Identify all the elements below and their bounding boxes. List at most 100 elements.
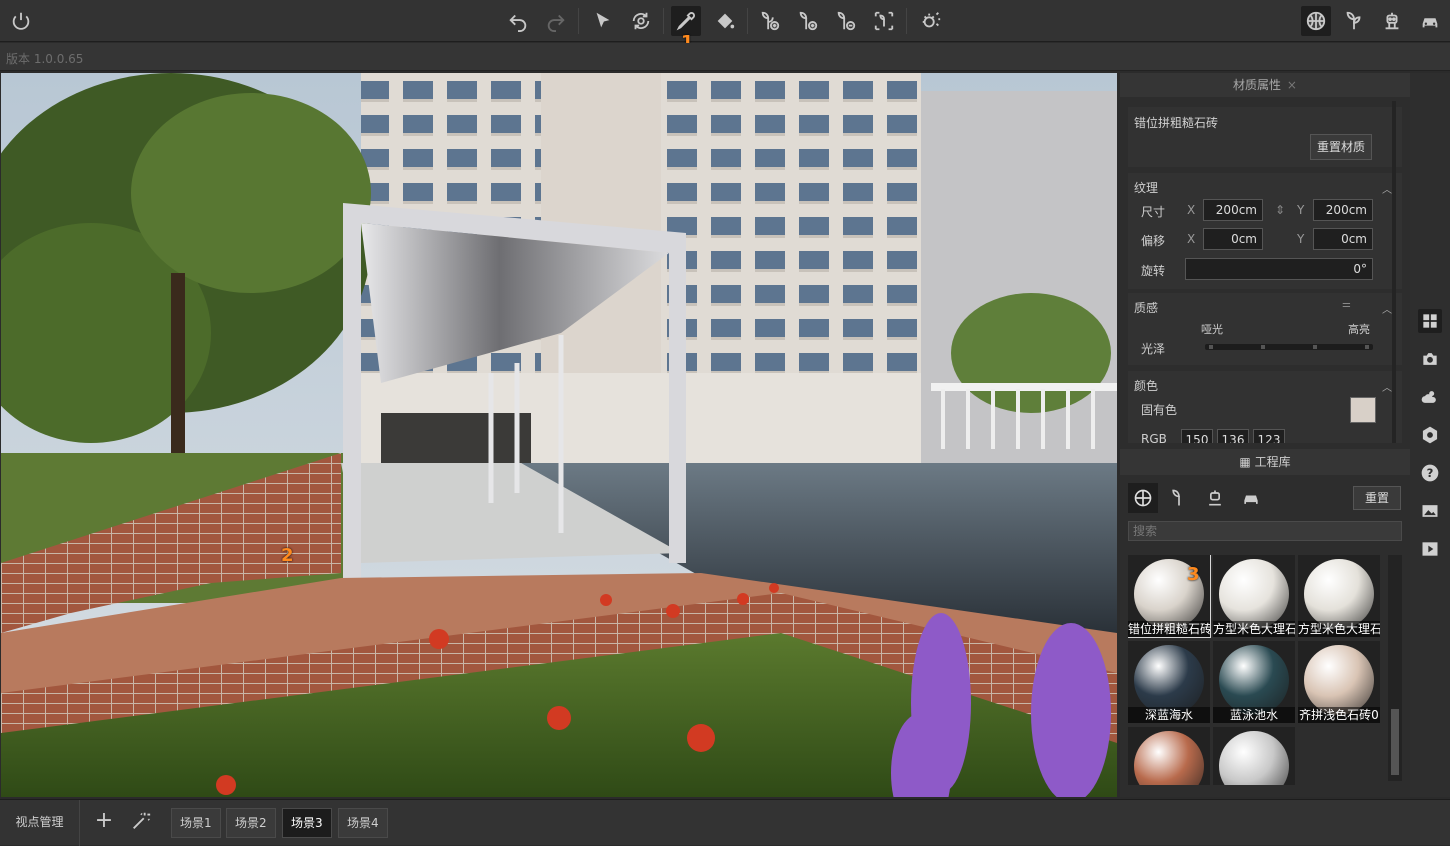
link-icon[interactable]: ⇕: [1275, 203, 1285, 217]
scene-tab-active[interactable]: 场景3: [282, 808, 332, 838]
library-title: 工程库: [1254, 455, 1291, 469]
texture-section: 纹理 ︿ 尺寸 X 200cm ⇕ Y 200cm 偏移 X 0cm Y 0cm…: [1128, 173, 1402, 289]
weather-icon[interactable]: [1418, 385, 1442, 409]
library-scrollbar[interactable]: [1388, 555, 1402, 781]
redo-icon[interactable]: [541, 6, 571, 36]
side-icon-bar: ?: [1410, 73, 1450, 797]
color-r-input[interactable]: 150: [1181, 429, 1213, 443]
gloss-label: 光泽: [1141, 342, 1166, 356]
orbit-icon[interactable]: [626, 6, 656, 36]
robot-icon[interactable]: [1377, 6, 1407, 36]
power-icon[interactable]: [6, 6, 36, 36]
color-g-input[interactable]: 136: [1217, 429, 1249, 443]
material-item[interactable]: 齐拼浅色石砖0: [1298, 641, 1380, 723]
library-tab-plant[interactable]: [1164, 483, 1194, 513]
version-text: 版本 1.0.0.65: [6, 52, 84, 66]
size-y-input[interactable]: 200cm: [1313, 199, 1373, 221]
material-panel-title: 材质属性: [1233, 78, 1282, 92]
marker-2: 2: [281, 545, 294, 566]
sliders-icon[interactable]: ⚌: [1342, 299, 1351, 310]
material-item[interactable]: [1213, 727, 1295, 785]
plant-select-icon[interactable]: [869, 6, 899, 36]
offset-label: 偏移: [1141, 234, 1166, 248]
undo-icon[interactable]: [503, 6, 533, 36]
plant-add-icon[interactable]: [755, 6, 785, 36]
texture-header: 纹理: [1134, 181, 1159, 195]
pointer-icon[interactable]: [588, 6, 618, 36]
weather-icon[interactable]: [916, 6, 946, 36]
plant-icon: [1172, 489, 1180, 506]
material-preview-ball: [1304, 645, 1374, 715]
material-ball-icon: [1134, 489, 1152, 507]
rotation-label: 旋转: [1141, 264, 1166, 278]
color-swatch[interactable]: [1350, 397, 1376, 423]
viewpoint-manage-button[interactable]: 视点管理: [0, 800, 80, 846]
scene-tab[interactable]: 场景2: [226, 808, 276, 838]
offset-y-input[interactable]: 0cm: [1313, 228, 1373, 250]
size-x-label: X: [1187, 203, 1196, 217]
chevron-up-icon[interactable]: ︿: [1382, 181, 1392, 196]
material-preview-ball: [1134, 645, 1204, 715]
material-item[interactable]: 方型米色大理石: [1298, 555, 1380, 637]
robot-icon: [1209, 490, 1221, 506]
settings-icon[interactable]: [1418, 423, 1442, 447]
toolbar-divider: [747, 8, 748, 34]
paint-bucket-icon[interactable]: [710, 6, 740, 36]
size-label: 尺寸: [1141, 205, 1166, 219]
close-icon[interactable]: ×: [1287, 78, 1297, 92]
library-scrollbar-thumb[interactable]: [1391, 709, 1399, 775]
size-y-label: Y: [1297, 203, 1305, 217]
material-preview-ball: [1219, 731, 1289, 785]
help-icon[interactable]: ?: [1418, 461, 1442, 485]
toolbar-divider: [906, 8, 907, 34]
grid-icon: ▦: [1239, 455, 1251, 469]
library-tab-robot[interactable]: [1200, 483, 1230, 513]
color-b-input[interactable]: 123: [1253, 429, 1285, 443]
plant-icon[interactable]: [1339, 6, 1369, 36]
plant-add-icon[interactable]: [793, 6, 823, 36]
play-icon[interactable]: [1418, 537, 1442, 561]
car-icon: [1244, 495, 1258, 504]
offset-x-label: X: [1187, 232, 1196, 246]
scene-tab[interactable]: 场景1: [171, 808, 221, 838]
rotation-input[interactable]: 0°: [1185, 258, 1373, 280]
render-viewport[interactable]: 2: [1, 73, 1117, 797]
library-search-input[interactable]: 搜索: [1128, 521, 1402, 541]
scene-render: [1, 73, 1117, 797]
scene-tab[interactable]: 场景4: [338, 808, 388, 838]
toolbar-divider: [663, 8, 664, 34]
chevron-up-icon[interactable]: ︿: [1382, 301, 1392, 316]
material-item[interactable]: 方型米色大理石: [1213, 555, 1295, 637]
reset-material-button[interactable]: 重置材质: [1310, 134, 1372, 160]
camera-icon[interactable]: [1418, 347, 1442, 371]
library-reset-button[interactable]: 重置: [1353, 486, 1401, 510]
glossy-label: 高亮: [1348, 323, 1370, 336]
quality-header: 质感: [1134, 301, 1159, 315]
image-icon[interactable]: [1418, 499, 1442, 523]
material-grid: 错位拼粗糙石砖 方型米色大理石 方型米色大理石 深蓝海水 蓝泳池水 齐拼浅色石砖0: [1128, 555, 1388, 785]
material-preview-ball: [1304, 559, 1374, 629]
properties-scrollbar[interactable]: [1392, 101, 1396, 443]
library-tab-material[interactable]: [1128, 483, 1158, 513]
magic-wand-icon[interactable]: [130, 810, 154, 834]
grid-icon[interactable]: [1418, 309, 1442, 333]
material-item-label: 深蓝海水: [1128, 707, 1210, 723]
material-ball-icon[interactable]: [1301, 6, 1331, 36]
material-item[interactable]: 蓝泳池水: [1213, 641, 1295, 723]
library-header: ▦ 工程库: [1120, 449, 1410, 475]
gloss-slider[interactable]: [1205, 344, 1373, 350]
material-item[interactable]: 深蓝海水: [1128, 641, 1210, 723]
chevron-up-icon[interactable]: ︿: [1382, 379, 1392, 394]
material-item-label: 蓝泳池水: [1213, 707, 1295, 723]
material-preview-ball: [1134, 731, 1204, 785]
offset-x-input[interactable]: 0cm: [1203, 228, 1263, 250]
top-toolbar: [0, 0, 1450, 42]
size-x-input[interactable]: 200cm: [1203, 199, 1263, 221]
material-item[interactable]: [1128, 727, 1210, 785]
plant-remove-icon[interactable]: [831, 6, 861, 36]
material-panel-header: 材质属性 ×: [1120, 73, 1410, 97]
add-icon[interactable]: +: [92, 810, 116, 834]
library-tab-car[interactable]: [1236, 483, 1266, 513]
inherent-color-label: 固有色: [1141, 403, 1178, 417]
car-icon[interactable]: [1415, 6, 1445, 36]
